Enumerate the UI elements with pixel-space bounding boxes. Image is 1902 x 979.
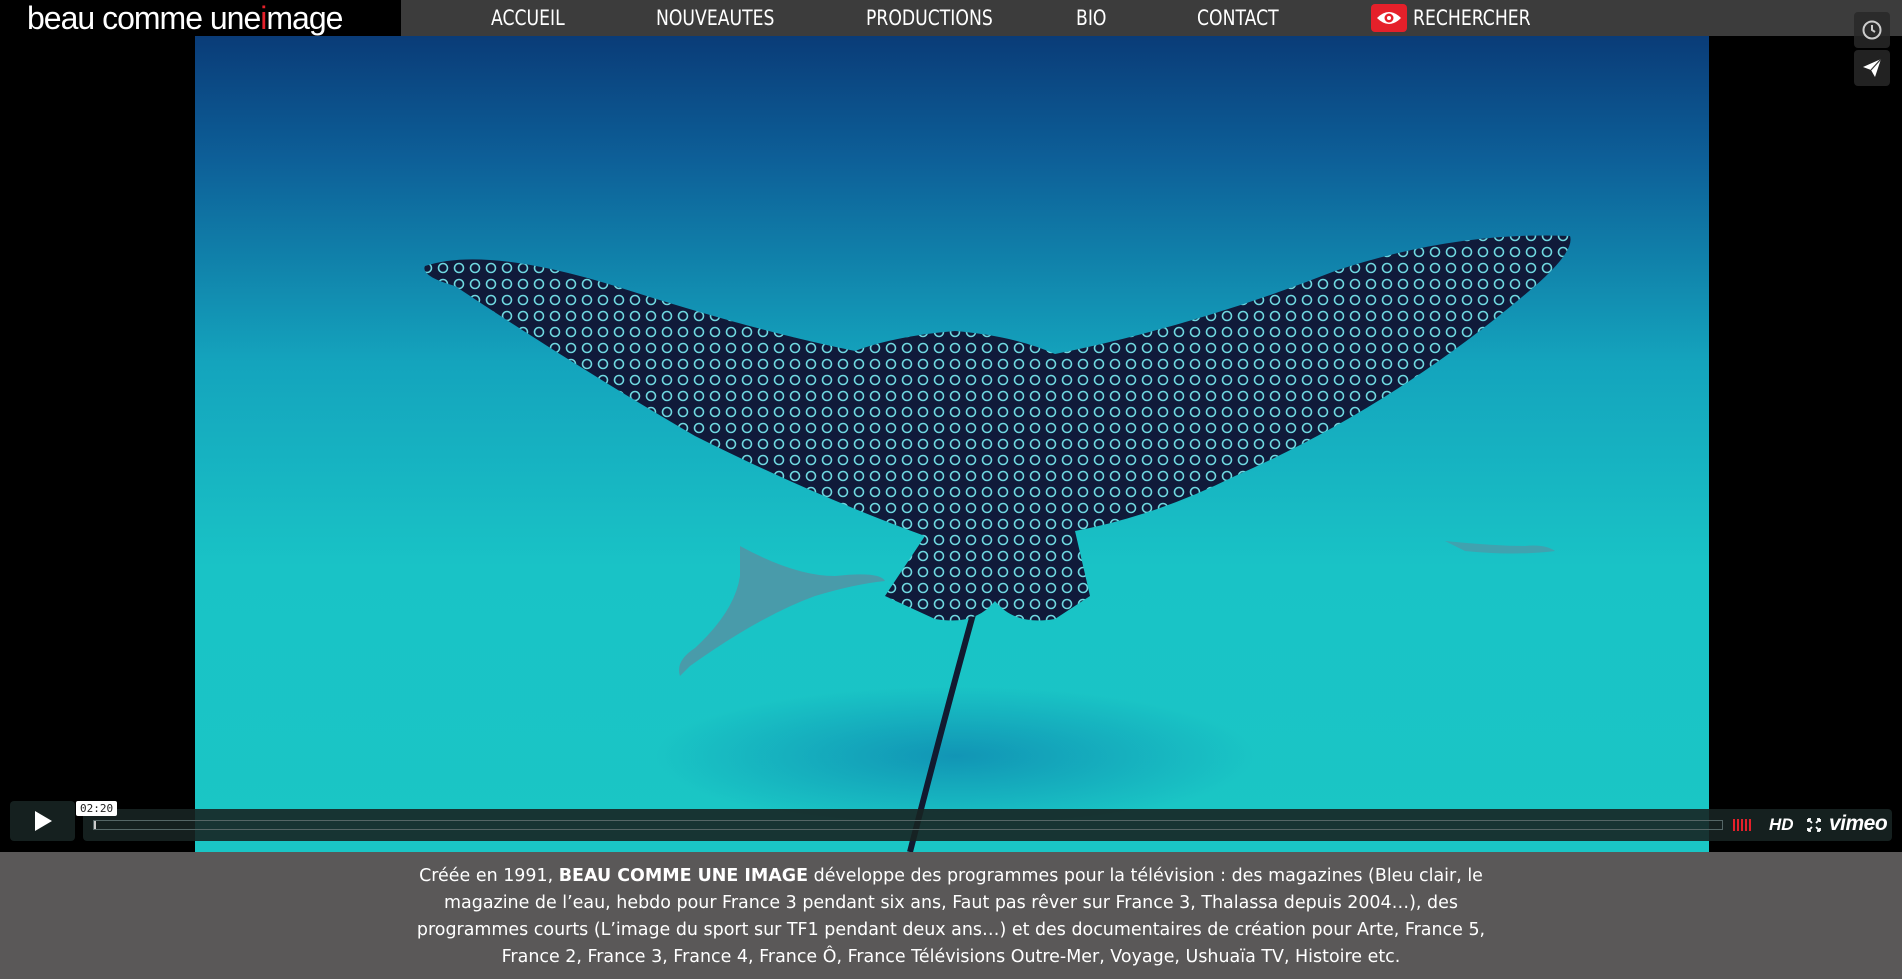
logo-text-prefix: beau comme une [27,0,261,36]
play-icon [34,811,52,831]
progress-bar[interactable] [93,820,1723,830]
description-lead: Créée en 1991, [419,865,559,886]
nav-productions[interactable]: productions [866,0,993,36]
site-logo[interactable]: beau comme une i mage [0,0,401,36]
vimeo-logo[interactable]: vimeo [1829,812,1888,836]
progress-fill [94,821,96,829]
company-description: Créée en 1991, BEAU COMME UNE IMAGE déve… [0,852,1902,979]
nav-nouveautes[interactable]: nouveautes [656,0,774,36]
time-tooltip: 02:20 [76,801,118,816]
play-button[interactable] [10,801,75,841]
search-label: rechercher [1413,6,1531,30]
nav-bio[interactable]: bio [1076,0,1106,36]
player-control-bar: HD vimeo [83,809,1892,841]
eye-icon [1371,4,1407,32]
company-name: BEAU COMME UNE IMAGE [558,865,809,886]
hd-toggle[interactable]: HD [1769,814,1794,836]
send-icon [1863,58,1882,77]
volume-control[interactable] [1733,819,1751,831]
logo-text-suffix: mage [266,0,343,36]
video-player[interactable] [195,36,1709,852]
main-nav: accueil nouveautes productions bio conta… [401,0,1902,36]
watch-later-button[interactable] [1854,12,1890,48]
fullscreen-icon[interactable] [1807,818,1821,832]
share-button[interactable] [1854,50,1890,86]
nav-accueil[interactable]: accueil [491,0,565,36]
nav-search[interactable]: rechercher [1371,0,1556,36]
video-frame-image [424,235,1571,852]
clock-icon [1862,20,1882,40]
nav-contact[interactable]: contact [1197,0,1279,36]
